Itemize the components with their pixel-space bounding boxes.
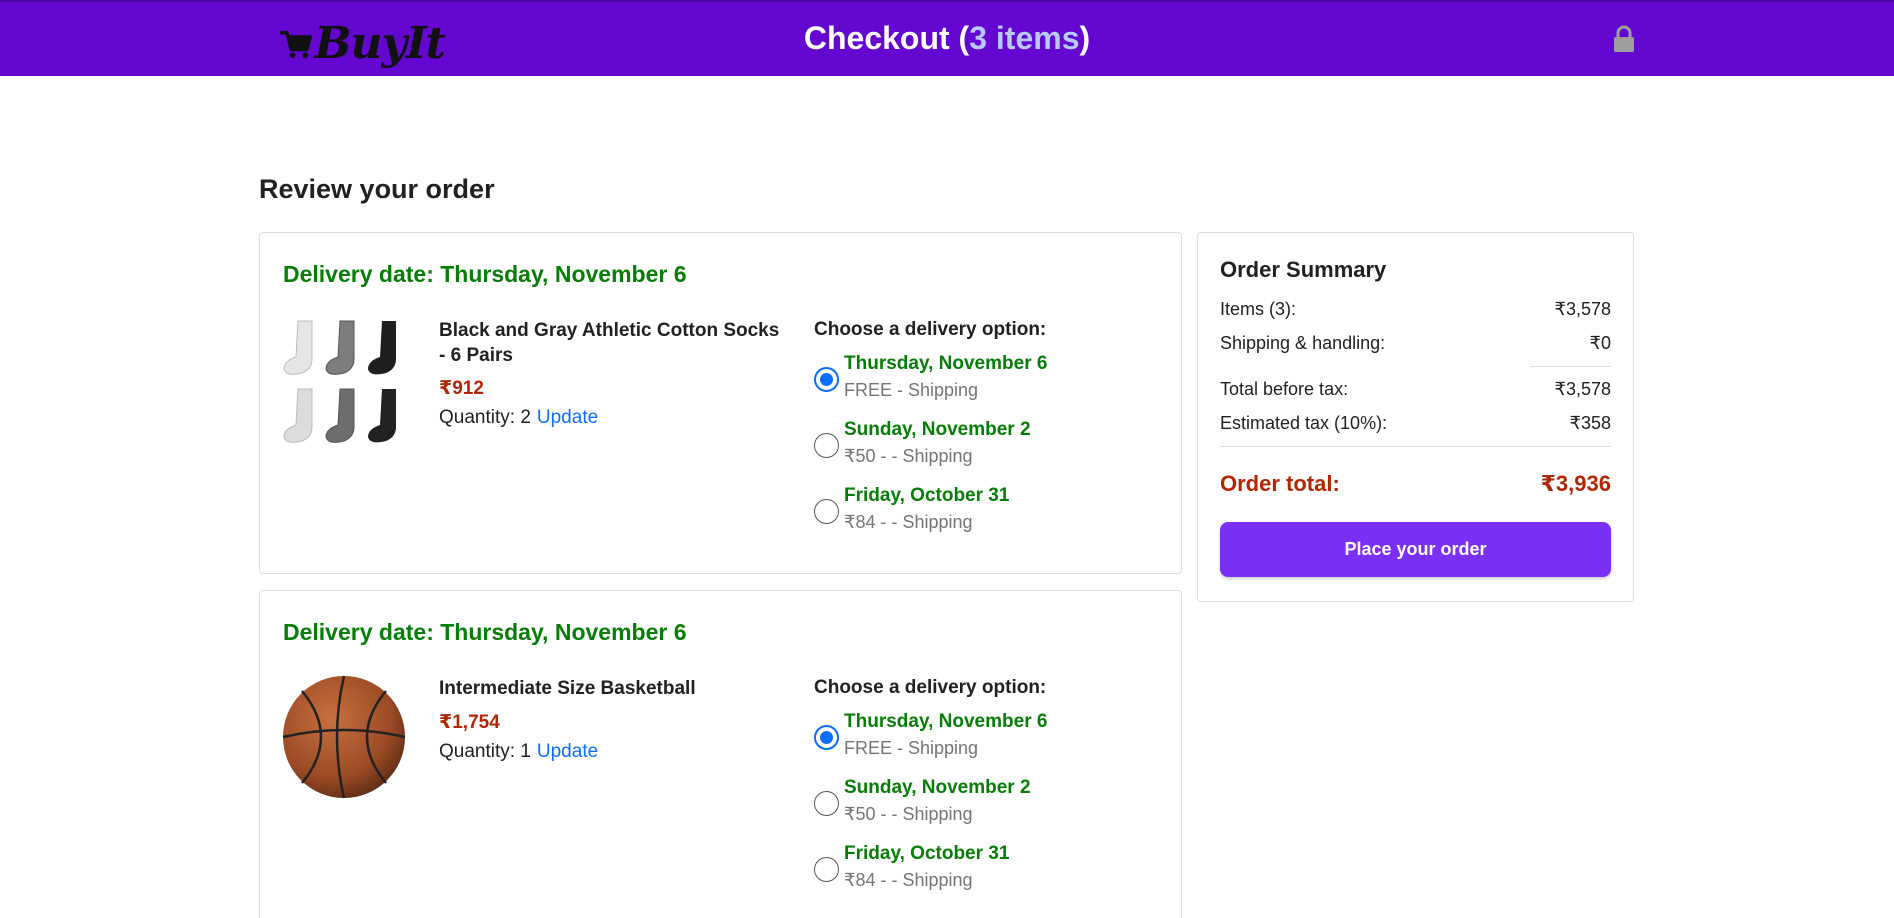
order-item-card: Delivery date: Thursday, November 6 Blac…	[259, 232, 1182, 574]
product-quantity: Quantity: 2 Update	[439, 407, 598, 429]
product-price: ₹912	[439, 378, 484, 399]
summary-divider	[1220, 446, 1611, 447]
delivery-option-price: ₹84 - - Shipping	[844, 870, 973, 890]
delivery-option-date: Sunday, November 2	[844, 777, 1031, 798]
delivery-option-price: FREE - Shipping	[844, 380, 979, 400]
page-title: Review your order	[259, 174, 495, 204]
summary-before-tax-row: Total before tax: ₹3,578	[1220, 379, 1611, 400]
delivery-option[interactable]: Friday, October 31 ₹84 - - Shipping	[814, 485, 1154, 537]
update-quantity-link[interactable]: Update	[537, 741, 598, 762]
order-summary: Order Summary Items (3): ₹3,578 Shipping…	[1197, 232, 1634, 602]
product-name: Intermediate Size Basketball	[439, 678, 696, 699]
delivery-option-radio[interactable]	[814, 499, 839, 524]
product-quantity: Quantity: 1 Update	[439, 741, 598, 763]
delivery-option-radio[interactable]	[814, 725, 839, 750]
summary-items-label: Items (3):	[1220, 299, 1297, 319]
delivery-option[interactable]: Thursday, November 6 FREE - Shipping	[814, 711, 1154, 763]
lock-icon	[1614, 25, 1634, 52]
summary-items-row: Items (3): ₹3,578	[1220, 299, 1611, 320]
delivery-option-radio[interactable]	[814, 791, 839, 816]
summary-shipping-value: ₹0	[1589, 333, 1611, 353]
delivery-options-title: Choose a delivery option:	[814, 677, 1047, 698]
delivery-option-price: FREE - Shipping	[844, 738, 979, 758]
summary-tax-row: Estimated tax (10%): ₹358	[1220, 413, 1611, 434]
quantity-label: Quantity: 1	[439, 741, 531, 762]
delivery-option[interactable]: Sunday, November 2 ₹50 - - Shipping	[814, 777, 1154, 829]
summary-before-tax-label: Total before tax:	[1220, 379, 1349, 399]
delivery-option-radio[interactable]	[814, 367, 839, 392]
checkout-title: Checkout (3 items)	[0, 20, 1894, 57]
product-price: ₹1,754	[439, 712, 500, 733]
summary-tax-label: Estimated tax (10%):	[1220, 413, 1388, 433]
summary-items-value: ₹3,578	[1554, 299, 1612, 319]
summary-divider	[1530, 366, 1611, 367]
summary-shipping-label: Shipping & handling:	[1220, 333, 1386, 353]
delivery-option[interactable]: Thursday, November 6 FREE - Shipping	[814, 353, 1154, 405]
delivery-option-radio[interactable]	[814, 433, 839, 458]
delivery-option[interactable]: Sunday, November 2 ₹50 - - Shipping	[814, 419, 1154, 471]
summary-total-row: Order total: ₹3,936	[1220, 471, 1611, 497]
socks-product-image	[283, 320, 396, 443]
delivery-option-price: ₹50 - - Shipping	[844, 446, 973, 466]
delivery-option-date: Friday, October 31	[844, 843, 1010, 864]
summary-shipping-row: Shipping & handling: ₹0	[1220, 333, 1611, 354]
order-summary-title: Order Summary	[1220, 257, 1387, 282]
checkout-item-count[interactable]: 3 items	[969, 20, 1079, 56]
delivery-options-title: Choose a delivery option:	[814, 319, 1047, 340]
checkout-header: BuyIt Checkout (3 items)	[0, 0, 1894, 76]
order-item-card: Delivery date: Thursday, November 6 Inte…	[259, 590, 1182, 918]
delivery-option-price: ₹50 - - Shipping	[844, 804, 973, 824]
basketball-product-image	[282, 675, 406, 799]
update-quantity-link[interactable]: Update	[537, 407, 598, 428]
quantity-label: Quantity: 2	[439, 407, 531, 428]
delivery-option-radio[interactable]	[814, 857, 839, 882]
checkout-label: Checkout (	[803, 20, 970, 56]
delivery-option[interactable]: Friday, October 31 ₹84 - - Shipping	[814, 843, 1154, 895]
delivery-option-date: Sunday, November 2	[844, 419, 1031, 440]
summary-before-tax-value: ₹3,578	[1554, 379, 1612, 399]
summary-total-label: Order total:	[1220, 471, 1340, 496]
delivery-option-date: Thursday, November 6	[844, 353, 1048, 374]
delivery-option-price: ₹84 - - Shipping	[844, 512, 973, 532]
delivery-date: Delivery date: Thursday, November 6	[283, 619, 687, 645]
delivery-option-date: Thursday, November 6	[844, 711, 1048, 732]
summary-tax-value: ₹358	[1569, 413, 1611, 433]
place-order-button[interactable]: Place your order	[1220, 522, 1611, 577]
delivery-option-date: Friday, October 31	[844, 485, 1010, 506]
product-name: Black and Gray Athletic Cotton Socks - 6…	[439, 320, 780, 366]
delivery-date: Delivery date: Thursday, November 6	[283, 261, 687, 287]
summary-total-value: ₹3,936	[1540, 471, 1611, 496]
checkout-label-close: )	[1079, 20, 1091, 56]
